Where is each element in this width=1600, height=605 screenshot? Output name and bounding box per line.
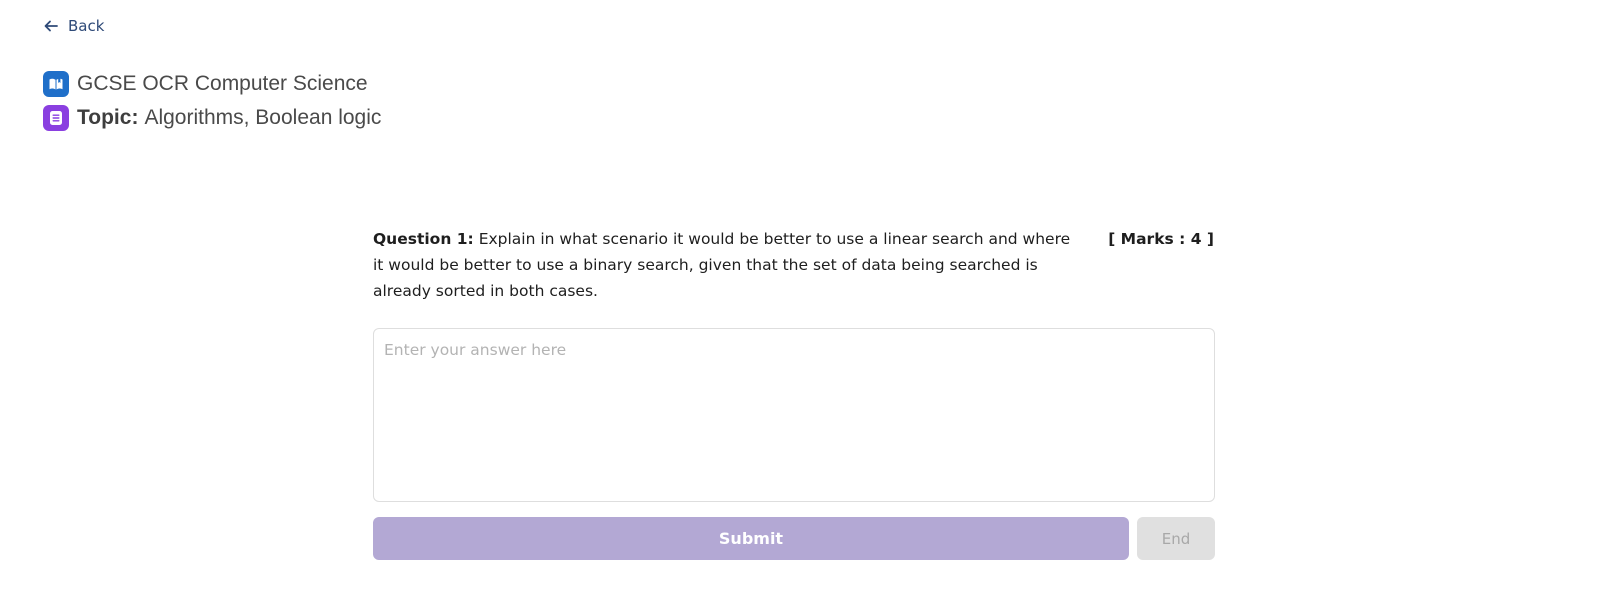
- question-label: Question 1:: [373, 230, 474, 248]
- back-link[interactable]: Back: [44, 15, 104, 37]
- document-icon: [43, 105, 69, 131]
- end-button[interactable]: End: [1137, 517, 1215, 560]
- question-row: Question 1: Explain in what scenario it …: [373, 226, 1214, 304]
- subject-title: GCSE OCR Computer Science: [77, 72, 368, 95]
- answer-input[interactable]: [373, 328, 1215, 502]
- submit-button[interactable]: Submit: [373, 517, 1129, 560]
- marks-badge: [ Marks : 4 ]: [1108, 230, 1214, 248]
- back-label: Back: [68, 17, 105, 35]
- topic-line: Topic: Algorithms, Boolean logic: [43, 105, 381, 131]
- question-text: Question 1: Explain in what scenario it …: [373, 226, 1073, 304]
- topic-label: Topic:: [77, 106, 139, 129]
- topic-value: Algorithms, Boolean logic: [144, 106, 382, 129]
- question-body: Explain in what scenario it would be bet…: [373, 230, 1071, 300]
- arrow-left-icon: [44, 20, 58, 32]
- page: Back GCSE OCR Computer Science Topic: Alg…: [0, 0, 1600, 605]
- subject-line: GCSE OCR Computer Science: [43, 71, 368, 97]
- book-icon: [43, 71, 69, 97]
